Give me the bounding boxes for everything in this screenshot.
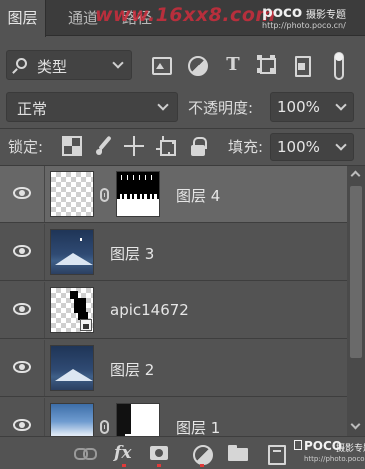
fx-icon[interactable]: fx xyxy=(114,444,136,462)
layers-bottom-toolbar: fx POCO 摄影专题 http://photo.poco.cn/ xyxy=(0,436,365,469)
adjustment-filter-icon[interactable] xyxy=(186,54,208,76)
lock-row: 锁定: 填充: 100% xyxy=(0,133,365,161)
lock-artboard-icon[interactable] xyxy=(156,136,176,156)
link-layers-icon[interactable] xyxy=(74,444,97,462)
layer-name[interactable]: 图层 1 xyxy=(176,417,220,436)
red-marker xyxy=(122,464,126,467)
red-marker xyxy=(200,464,204,467)
type-filter-icon[interactable]: T xyxy=(222,54,244,76)
scroll-up-icon[interactable] xyxy=(350,170,361,181)
chevron-down-icon xyxy=(157,99,169,111)
divider xyxy=(0,128,365,129)
blend-mode-select[interactable]: 正常 xyxy=(6,92,178,122)
search-icon xyxy=(16,58,27,69)
filter-toggle-switch[interactable] xyxy=(334,52,344,80)
fill-value: 100% xyxy=(277,138,320,156)
chevron-down-icon xyxy=(112,57,124,69)
poco-watermark-url: http://photo.poco.cn/ xyxy=(304,455,365,463)
layers-scrollbar[interactable] xyxy=(347,166,365,436)
layer-filter-row: 类型 T xyxy=(0,50,365,84)
layers-list: 图层 4 图层 3 apic14672 图层 2 图层 1 xyxy=(0,166,347,436)
fill-input[interactable]: 100% xyxy=(270,133,354,161)
layer-mask-thumbnail[interactable] xyxy=(116,403,160,436)
shape-filter-icon[interactable] xyxy=(256,54,278,76)
layer-name[interactable]: apic14672 xyxy=(110,301,189,319)
divider xyxy=(44,282,45,338)
opacity-label: 不透明度: xyxy=(188,99,254,117)
layer-thumbnail[interactable] xyxy=(50,229,94,275)
image-filter-icon[interactable] xyxy=(150,54,172,76)
scroll-down-icon[interactable] xyxy=(350,419,361,430)
poco-watermark: poco xyxy=(262,3,303,21)
mask-link-icon[interactable] xyxy=(100,420,109,434)
smart-object-badge-icon xyxy=(80,319,92,331)
poco-watermark-cn: 摄影专题 xyxy=(306,10,346,21)
layer-row[interactable]: apic14672 xyxy=(0,282,347,339)
poco-logo-icon xyxy=(294,440,302,450)
new-group-icon[interactable] xyxy=(228,444,250,462)
poco-watermark-cn: 摄影专题 xyxy=(336,444,365,454)
divider xyxy=(44,340,45,396)
opacity-value: 100% xyxy=(277,98,320,116)
tab-layers[interactable]: 图层 xyxy=(0,0,46,37)
blend-mode-value: 正常 xyxy=(17,100,48,118)
smart-object-filter-icon[interactable] xyxy=(291,54,313,77)
add-mask-icon[interactable] xyxy=(150,444,170,462)
layer-thumbnail[interactable] xyxy=(50,403,94,436)
filter-kind-label: 类型 xyxy=(37,58,68,76)
fill-label: 填充: xyxy=(228,138,264,156)
red-marker xyxy=(157,464,161,467)
scrollbar-thumb[interactable] xyxy=(350,186,362,358)
layer-row[interactable]: 图层 4 xyxy=(0,166,347,223)
lock-image-pixels-brush-icon[interactable] xyxy=(94,136,114,156)
divider xyxy=(44,166,45,222)
layer-name[interactable]: 图层 4 xyxy=(176,185,220,206)
divider xyxy=(44,224,45,280)
layer-thumbnail[interactable] xyxy=(50,171,94,217)
layer-mask-thumbnail[interactable] xyxy=(116,171,160,217)
lock-position-move-icon[interactable] xyxy=(124,136,144,156)
layer-name[interactable]: 图层 3 xyxy=(110,243,154,264)
new-layer-icon[interactable] xyxy=(266,444,286,465)
eye-icon[interactable] xyxy=(13,245,31,257)
poco-watermark-url: http://photo.poco.cn/ xyxy=(262,21,346,30)
layer-row[interactable]: 图层 2 xyxy=(0,340,347,397)
eye-icon[interactable] xyxy=(13,361,31,373)
site-watermark: www.16xx8.com xyxy=(95,4,276,26)
eye-icon[interactable] xyxy=(13,303,31,315)
chevron-down-icon xyxy=(335,99,347,111)
panel-tab-bar: 图层 通道 路径 www.16xx8.com poco 摄影专题 http://… xyxy=(0,0,365,37)
divider xyxy=(44,398,45,436)
layer-thumbnail[interactable] xyxy=(50,345,94,391)
blend-row: 正常 不透明度: 100% xyxy=(0,92,365,124)
adjustment-layer-icon[interactable] xyxy=(192,444,213,465)
lock-label: 锁定: xyxy=(8,138,44,156)
layer-row[interactable]: 图层 1 xyxy=(0,398,347,436)
filter-kind-select[interactable]: 类型 xyxy=(6,50,132,80)
opacity-input[interactable]: 100% xyxy=(270,92,354,122)
mask-link-icon[interactable] xyxy=(100,188,109,202)
eye-icon[interactable] xyxy=(13,419,31,431)
layer-row[interactable]: 图层 3 xyxy=(0,224,347,281)
layer-name[interactable]: 图层 2 xyxy=(110,359,154,380)
eye-icon[interactable] xyxy=(13,187,31,199)
lock-transparent-pixels-icon[interactable] xyxy=(62,136,82,156)
chevron-down-icon xyxy=(335,139,347,151)
lock-all-icon[interactable] xyxy=(188,136,208,156)
